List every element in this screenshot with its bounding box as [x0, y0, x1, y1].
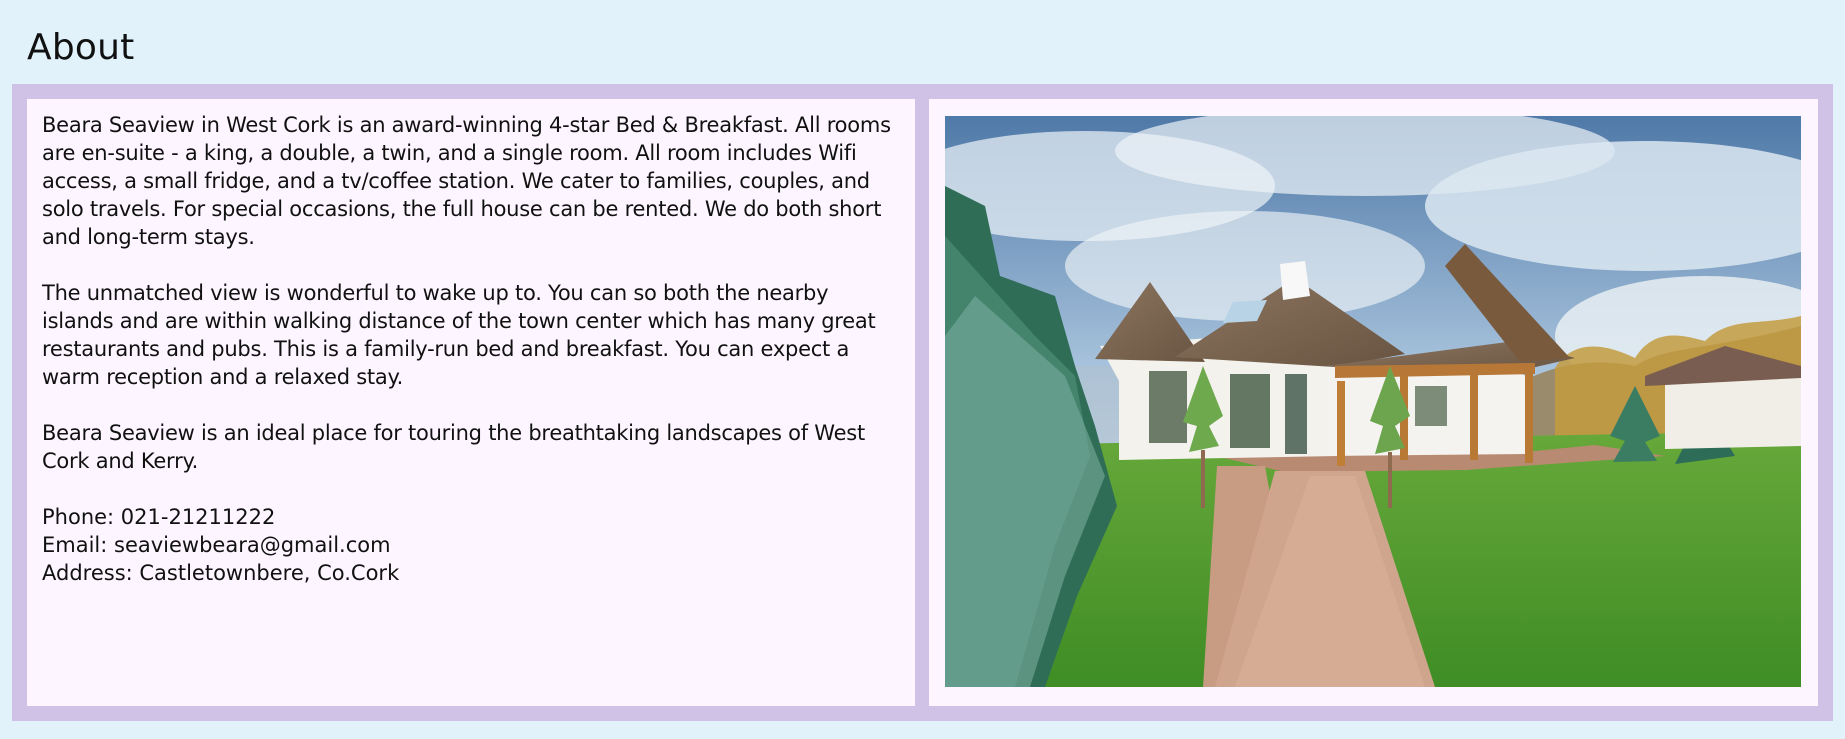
contact-address: Address: Castletownbere, Co.Cork [42, 561, 400, 585]
contact-info: Phone: 021-21211222 Email: seaviewbeara@… [42, 503, 899, 587]
about-paragraph-view: The unmatched view is wonderful to wake … [42, 281, 876, 389]
contact-email: Email: seaviewbeara@gmail.com [42, 533, 391, 557]
house-photo [945, 116, 1801, 687]
about-paragraph-touring: Beara Seaview is an ideal place for tour… [42, 421, 865, 473]
page-title: About [27, 27, 135, 68]
about-text-panel: Beara Seaview in West Cork is an award-w… [27, 99, 915, 706]
about-section: Beara Seaview in West Cork is an award-w… [12, 84, 1833, 721]
about-paragraph-intro: Beara Seaview in West Cork is an award-w… [42, 113, 891, 249]
image-panel [929, 99, 1818, 706]
contact-phone: Phone: 021-21211222 [42, 505, 276, 529]
